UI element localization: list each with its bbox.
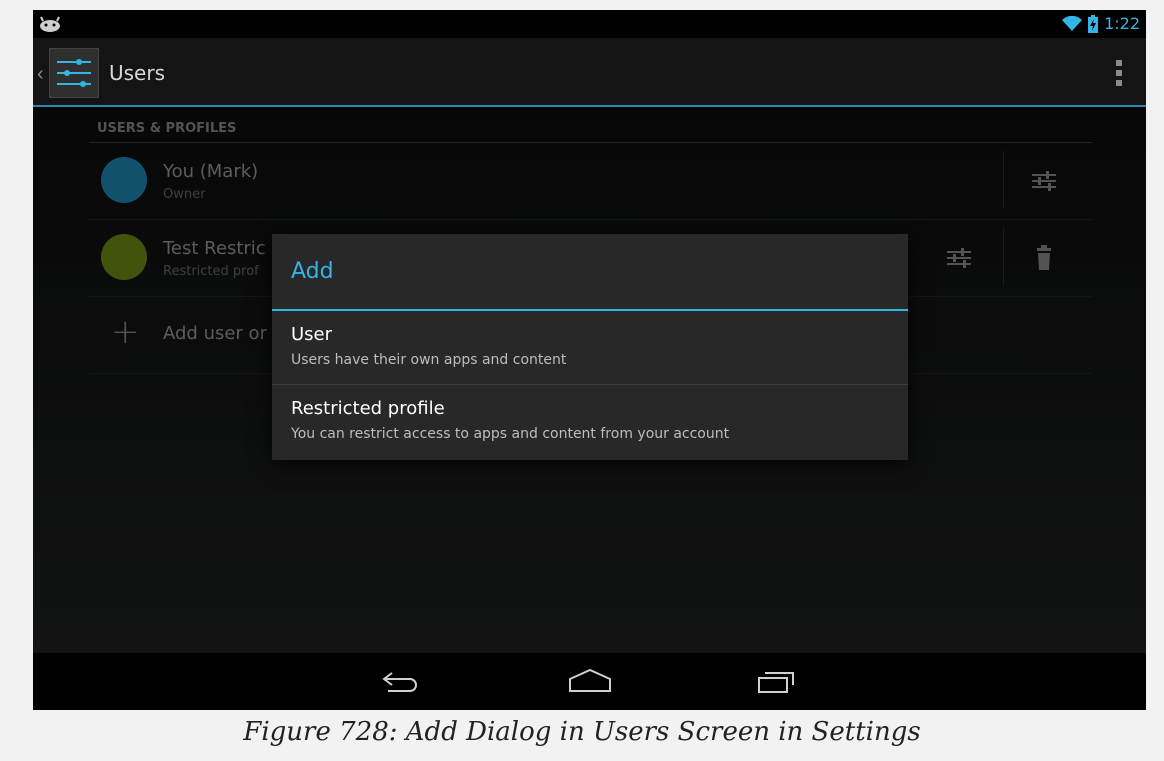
option-restricted-profile[interactable]: Restricted profile You can restrict acce…	[272, 385, 908, 459]
option-title: User	[291, 324, 333, 345]
battery-icon	[1088, 14, 1099, 33]
wifi-icon	[1062, 15, 1083, 31]
device-screen: 1:22 ‹ Users USERS & PROFILES You (Mark)…	[33, 10, 1146, 710]
dialog-title: Add	[291, 259, 334, 284]
option-title: Restricted profile	[291, 398, 445, 419]
navigation-bar	[33, 653, 1146, 710]
option-subtitle: Users have their own apps and content	[291, 352, 567, 368]
overflow-menu-icon[interactable]	[1116, 60, 1122, 86]
settings-app-icon[interactable]	[49, 48, 99, 98]
recents-icon[interactable]	[753, 667, 801, 697]
figure-caption: Figure 728: Add Dialog in Users Screen i…	[243, 717, 921, 747]
option-user[interactable]: User Users have their own apps and conte…	[272, 311, 908, 385]
users-list-screen: USERS & PROFILES You (Mark) Owner Test R…	[33, 107, 1146, 653]
add-dialog: Add User Users have their own apps and c…	[272, 234, 908, 460]
status-bar: 1:22	[33, 10, 1146, 38]
action-bar-title: Users	[109, 61, 166, 85]
action-bar: ‹ Users	[33, 38, 1146, 107]
up-caret-icon[interactable]: ‹	[37, 63, 44, 86]
option-subtitle: You can restrict access to apps and cont…	[291, 426, 730, 442]
android-icon	[40, 16, 60, 32]
home-icon[interactable]	[566, 667, 614, 697]
status-time: 1:22	[1104, 14, 1140, 33]
back-icon[interactable]	[376, 667, 424, 697]
